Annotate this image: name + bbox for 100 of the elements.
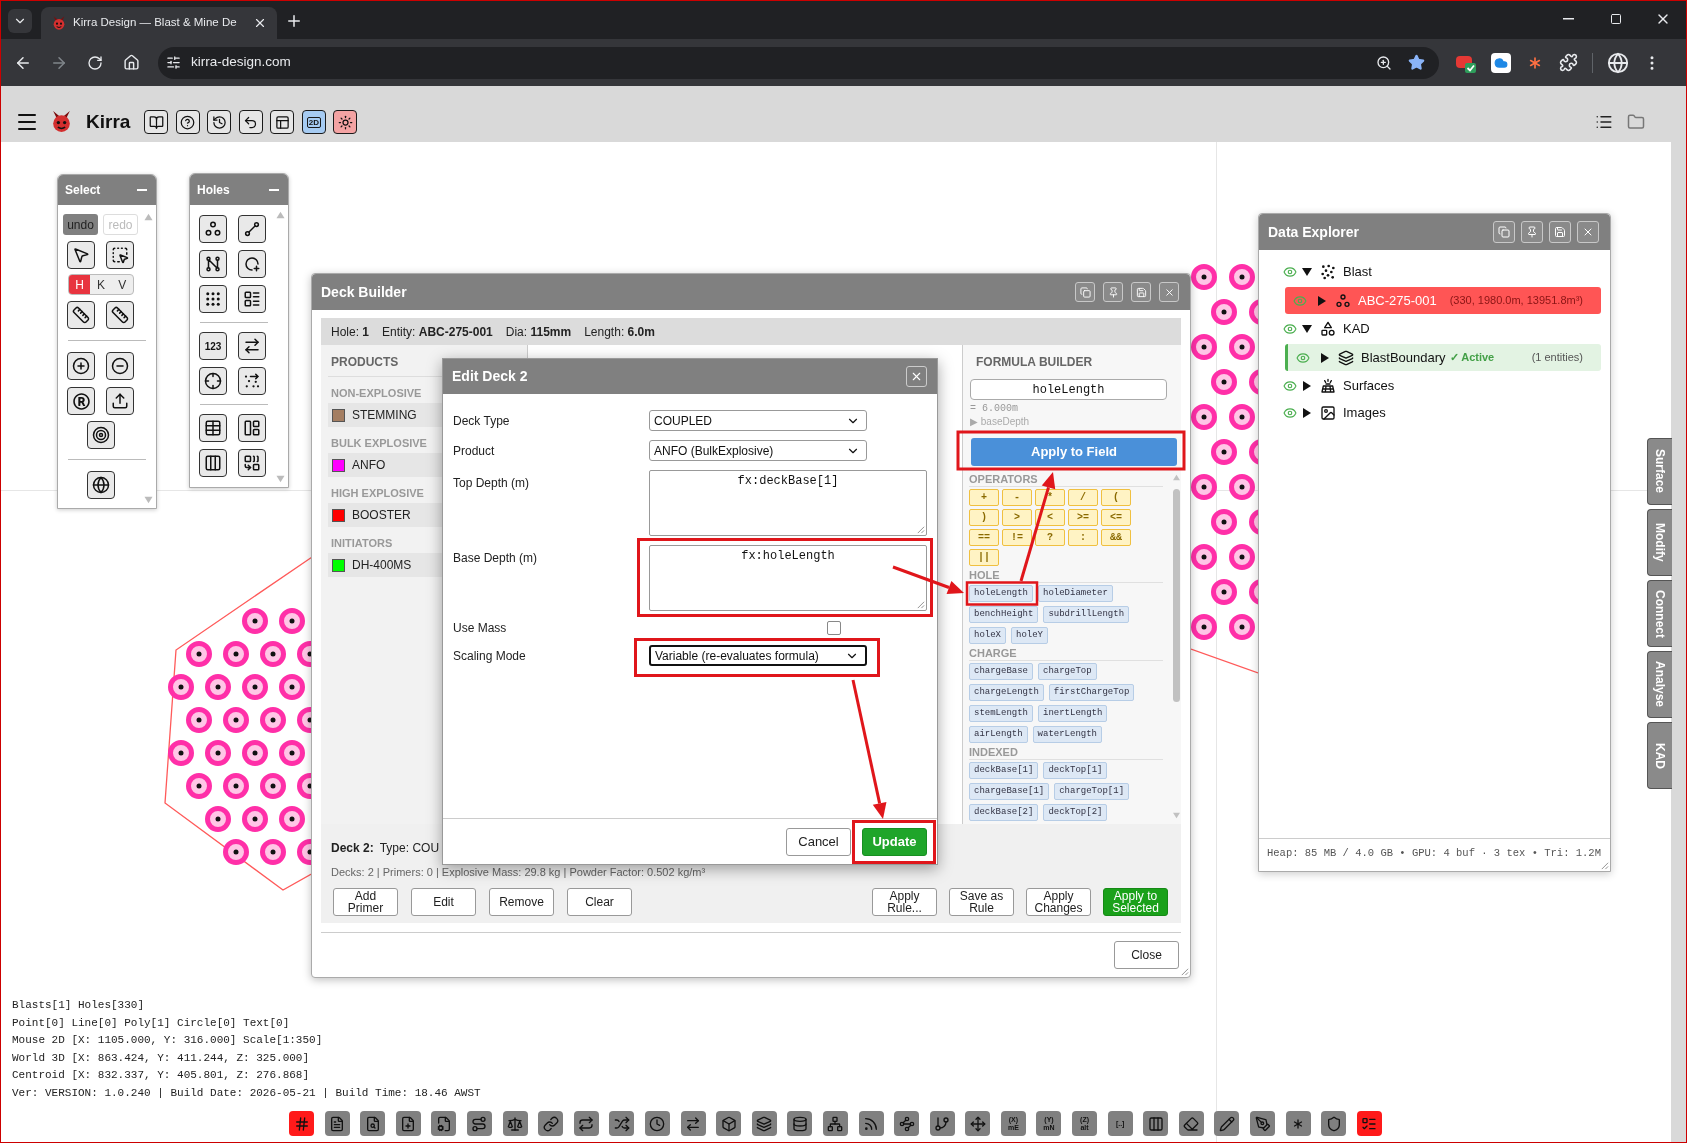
toolbar-button[interactable]: 2D	[301, 110, 326, 134]
tool-button[interactable]	[199, 367, 227, 395]
toolbar-button[interactable]	[1214, 1111, 1240, 1136]
variable-chip[interactable]: waterLength	[1032, 726, 1103, 743]
mode-button[interactable]: K	[90, 275, 112, 294]
select-field[interactable]: ANFO (BulkExplosive)	[649, 440, 867, 461]
toolbar-button[interactable]	[270, 110, 295, 134]
toolbar-button[interactable]	[144, 110, 169, 134]
address-bar[interactable]: kirra-design.com	[158, 46, 1439, 79]
minimize-icon[interactable]	[1563, 18, 1574, 20]
toolbar-button[interactable]	[360, 1111, 386, 1136]
close-button[interactable]	[906, 366, 927, 387]
folder-icon[interactable]	[1627, 113, 1645, 131]
operator-chip[interactable]: )	[969, 509, 999, 526]
tree-item-label[interactable]: KAD	[1343, 319, 1370, 339]
toolbar-button[interactable]	[395, 1111, 421, 1136]
operator-chip[interactable]: >	[1002, 509, 1032, 526]
toolbar-button[interactable]	[858, 1111, 884, 1136]
tool-button[interactable]	[238, 285, 266, 313]
tool-button[interactable]	[67, 352, 95, 380]
toolbar-button[interactable]	[238, 110, 263, 134]
window-button[interactable]	[1577, 221, 1599, 243]
variable-chip[interactable]: chargeBase	[969, 663, 1033, 680]
textarea-field[interactable]: fx:holeLength	[649, 545, 927, 611]
textarea-field[interactable]: fx:deckBase[1]	[649, 470, 927, 536]
toolbar-button[interactable]	[538, 1111, 564, 1136]
operator-chip[interactable]: &&	[1101, 529, 1131, 546]
eye-icon[interactable]	[1283, 322, 1297, 336]
action-button[interactable]: Apply Rule...	[872, 888, 937, 916]
new-tab-icon[interactable]	[285, 12, 303, 30]
list-icon[interactable]	[1595, 113, 1613, 131]
operator-chip[interactable]: /	[1068, 489, 1098, 506]
toolbar-button[interactable]	[1285, 1111, 1311, 1136]
tool-button[interactable]	[199, 215, 227, 243]
eye-icon[interactable]	[1283, 265, 1297, 279]
tool-button[interactable]	[106, 387, 134, 415]
toolbar-button[interactable]	[751, 1111, 777, 1136]
action-button[interactable]: Clear	[567, 888, 632, 916]
operator-chip[interactable]: !=	[1002, 529, 1032, 546]
star-icon[interactable]	[1408, 54, 1425, 71]
toolbar-button[interactable]	[502, 1111, 528, 1136]
minimize-icon[interactable]	[269, 188, 279, 191]
toolbar-button[interactable]	[333, 110, 358, 134]
toolbar-button[interactable]	[1143, 1111, 1169, 1136]
mode-button[interactable]: V	[111, 275, 133, 294]
product-item[interactable]: DH-400MS	[328, 553, 443, 577]
site-settings-icon[interactable]	[166, 55, 181, 70]
variable-chip[interactable]: chargeTop	[1038, 663, 1097, 680]
variable-chip[interactable]: chargeTop[1]	[1054, 783, 1130, 800]
toolbar-button[interactable]	[289, 1111, 314, 1136]
window-button[interactable]	[1159, 282, 1179, 302]
toolbar-button[interactable]	[929, 1111, 955, 1136]
numbering-button[interactable]: 123	[199, 332, 227, 360]
product-item[interactable]: ANFO	[328, 453, 443, 477]
toolbar-button[interactable]	[1250, 1111, 1276, 1136]
toolbar-button[interactable]	[644, 1111, 670, 1136]
product-item[interactable]: STEMMING	[328, 403, 443, 427]
tab-list-button[interactable]	[8, 9, 32, 33]
product-item[interactable]: BOOSTER	[328, 503, 443, 527]
variable-chip[interactable]: holeX	[969, 627, 1006, 644]
operator-chip[interactable]: :	[1068, 529, 1098, 546]
operator-chip[interactable]: +	[969, 489, 999, 506]
scrollbar-thumb[interactable]	[1172, 489, 1180, 702]
variable-chip[interactable]: airLength	[969, 726, 1028, 743]
tree-item-label[interactable]: BlastBoundary	[1361, 347, 1446, 368]
operator-chip[interactable]: ||	[969, 549, 999, 566]
variable-chip[interactable]: subdrillLength	[1043, 606, 1130, 623]
tool-button[interactable]	[238, 215, 266, 243]
operator-chip[interactable]: ==	[969, 529, 999, 546]
operator-chip[interactable]: <=	[1101, 509, 1131, 526]
mode-button[interactable]: H	[69, 275, 91, 294]
tree-item-label[interactable]: Surfaces	[1343, 376, 1395, 396]
toolbar-button[interactable]	[573, 1111, 599, 1136]
variable-chip[interactable]: chargeBase[1]	[969, 783, 1050, 800]
variable-chip[interactable]: inertLength	[1038, 705, 1108, 722]
tool-button[interactable]	[106, 352, 134, 380]
tree-item-label[interactable]: Images	[1343, 403, 1386, 423]
toolbar-button[interactable]	[894, 1111, 920, 1136]
action-button[interactable]: Save as Rule	[949, 888, 1014, 916]
window-button[interactable]	[1521, 221, 1543, 243]
zoom-icon[interactable]	[1376, 54, 1392, 71]
toolbar-button[interactable]	[324, 1111, 350, 1136]
puzzle-icon[interactable]	[1559, 53, 1578, 72]
globe-icon[interactable]	[1607, 51, 1629, 74]
tool-button[interactable]	[67, 387, 95, 415]
variable-chip[interactable]: stemLength	[969, 705, 1033, 722]
action-button[interactable]: Edit	[411, 888, 476, 916]
variable-chip[interactable]: holeY	[1011, 627, 1049, 644]
variable-chip[interactable]: deckBase[2]	[969, 804, 1039, 821]
tool-button[interactable]	[199, 285, 227, 313]
variable-chip[interactable]: holeDiameter	[1038, 585, 1113, 602]
tool-button[interactable]	[238, 414, 266, 442]
history-button[interactable]: undo	[63, 214, 98, 235]
tool-button[interactable]	[106, 241, 134, 269]
variable-chip[interactable]: firstChargeTop	[1048, 684, 1135, 701]
action-button[interactable]: Add Primer	[333, 888, 398, 916]
toolbar-button[interactable]	[822, 1111, 848, 1136]
toolbar-button[interactable]	[609, 1111, 635, 1136]
toolbar-button[interactable]	[1321, 1111, 1347, 1136]
tool-button[interactable]	[87, 471, 115, 499]
